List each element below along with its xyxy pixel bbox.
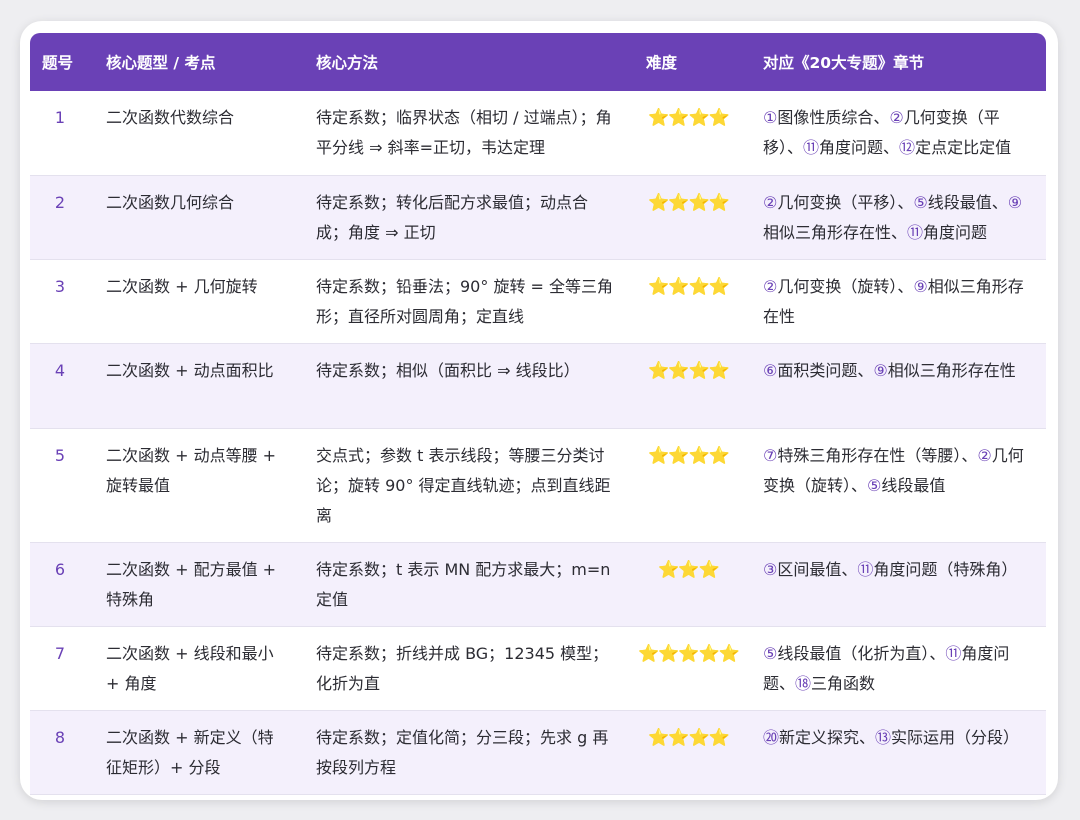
table-row: 4 二次函数 + 动点面积比 待定系数；相似（面积比 ⇒ 线段比） ⭐⭐⭐⭐ ⑥…	[30, 343, 1046, 429]
chapter-name: 定点定比定值	[915, 138, 1012, 157]
chapter-name: 角度问题（特殊角）	[873, 559, 1018, 579]
row-number: 4	[30, 343, 90, 429]
row-method: 待定系数；转化后配方求最值；动点合成；角度 ⇒ 正切	[300, 175, 630, 260]
chapter-name: 实际运用（分段）	[891, 727, 1020, 747]
chapter-number-mark: ⑪	[803, 138, 820, 157]
table-card: 题号 核心题型 / 考点 核心方法 难度 对应《20大专题》章节 1 二次函数代…	[20, 21, 1058, 800]
row-type: 二次函数 + 动点面积比	[90, 343, 300, 429]
chapter-number-mark: ⑪	[857, 559, 874, 579]
chapter-name: 新定义探究、	[779, 727, 876, 747]
table-row: 7 二次函数 + 线段和最小 + 角度 待定系数；折线并成 BG；12345 模…	[30, 626, 1046, 711]
row-chapters: ⑤线段最值（化折为直）、⑪角度问题、⑱三角函数	[747, 626, 1046, 711]
chapter-number-mark: ⑨	[873, 360, 888, 380]
chapter-number-mark: ②	[889, 108, 904, 127]
chapter-number-mark: ⑥	[763, 360, 778, 380]
table-row: 2 二次函数几何综合 待定系数；转化后配方求最值；动点合成；角度 ⇒ 正切 ⭐⭐…	[30, 175, 1046, 260]
row-type: 二次函数 + 新定义（特征矩形）+ 分段	[90, 710, 300, 795]
row-method: 待定系数；折线并成 BG；12345 模型；化折为直	[300, 626, 630, 711]
row-method: 交点式；参数 t 表示线段；等腰三分类讨论；旋转 90° 得定直线轨迹；点到直线…	[300, 428, 630, 543]
row-type: 二次函数 + 配方最值 + 特殊角	[90, 542, 300, 627]
table-row: 8 二次函数 + 新定义（特征矩形）+ 分段 待定系数；定值化简；分三段；先求 …	[30, 710, 1046, 795]
row-method: 待定系数；定值化简；分三段；先求 g 再按段列方程	[300, 710, 630, 795]
row-chapters: ⑳新定义探究、⑬实际运用（分段）	[747, 710, 1046, 795]
chapter-name: 线段最值	[881, 475, 946, 495]
row-difficulty-stars: ⭐⭐⭐	[630, 542, 747, 627]
row-difficulty-stars: ⭐⭐⭐⭐	[630, 259, 747, 344]
chapter-number-mark: ⑨	[913, 276, 928, 296]
row-difficulty-stars: ⭐⭐⭐⭐	[630, 710, 747, 795]
row-difficulty-stars: ⭐⭐⭐⭐	[630, 91, 747, 176]
row-type: 二次函数 + 几何旋转	[90, 259, 300, 344]
row-difficulty-stars: ⭐⭐⭐⭐	[630, 343, 747, 429]
chapter-number-mark: ⑤	[763, 643, 778, 663]
chapter-number-mark: ②	[763, 192, 778, 212]
chapter-name: 面积类问题、	[777, 360, 874, 380]
row-number: 3	[30, 259, 90, 344]
topic-table: 题号 核心题型 / 考点 核心方法 难度 对应《20大专题》章节 1 二次函数代…	[30, 33, 1046, 795]
table-row: 5 二次函数 + 动点等腰 + 旋转最值 交点式；参数 t 表示线段；等腰三分类…	[30, 428, 1046, 543]
row-method: 待定系数；铅垂法；90° 旋转 = 全等三角形；直径所对圆周角；定直线	[300, 259, 630, 344]
header-difficulty: 难度	[630, 33, 747, 91]
row-number: 7	[30, 626, 90, 711]
row-number: 2	[30, 175, 90, 260]
row-method: 待定系数；相似（面积比 ⇒ 线段比）	[300, 343, 630, 429]
chapter-name: 几何变换（旋转）、	[777, 276, 914, 296]
chapter-name: 相似三角形存在性	[887, 360, 1016, 380]
row-number: 1	[30, 91, 90, 176]
chapter-number-mark: ③	[763, 559, 778, 579]
chapter-name: 图像性质综合、	[777, 108, 890, 127]
chapter-name: 相似三角形存在性、	[763, 222, 908, 242]
row-difficulty-stars: ⭐⭐⭐⭐⭐	[630, 626, 747, 711]
row-chapters: ①图像性质综合、②几何变换（平移）、⑪角度问题、⑫定点定比定值	[747, 91, 1046, 176]
row-type: 二次函数 + 线段和最小 + 角度	[90, 626, 300, 711]
chapter-number-mark: ②	[977, 445, 992, 465]
chapter-name: 区间最值、	[777, 559, 858, 579]
chapter-number-mark: ⑪	[907, 222, 924, 242]
chapter-number-mark: ②	[763, 276, 778, 296]
chapter-number-mark: ⑤	[913, 192, 928, 212]
table-row: 3 二次函数 + 几何旋转 待定系数；铅垂法；90° 旋转 = 全等三角形；直径…	[30, 259, 1046, 344]
row-difficulty-stars: ⭐⭐⭐⭐	[630, 428, 747, 543]
header-method: 核心方法	[300, 33, 630, 91]
chapter-number-mark: ⑳	[763, 727, 780, 747]
row-method: 待定系数；t 表示 MN 配方求最大；m=n 定值	[300, 542, 630, 627]
header-num: 题号	[30, 33, 90, 91]
chapter-name: 几何变换（平移）、	[777, 192, 914, 212]
table-header-row: 题号 核心题型 / 考点 核心方法 难度 对应《20大专题》章节	[30, 33, 1046, 91]
chapter-name: 线段最值、	[927, 192, 1008, 212]
chapter-name: 角度问题	[923, 222, 988, 242]
chapter-name: 角度问题、	[819, 138, 900, 157]
table-row: 1 二次函数代数综合 待定系数；临界状态（相切 / 过端点）；角平分线 ⇒ 斜率…	[30, 91, 1046, 176]
chapter-name: 特殊三角形存在性（等腰）、	[777, 445, 978, 465]
chapter-number-mark: ⑫	[899, 138, 916, 157]
row-chapters: ③区间最值、⑪角度问题（特殊角）	[747, 542, 1046, 627]
row-type: 二次函数代数综合	[90, 91, 300, 176]
chapter-number-mark: ①	[763, 108, 778, 127]
chapter-number-mark: ⑱	[795, 673, 812, 693]
row-number: 5	[30, 428, 90, 543]
row-type: 二次函数几何综合	[90, 175, 300, 260]
row-number: 6	[30, 542, 90, 627]
row-chapters: ⑦特殊三角形存在性（等腰）、②几何变换（旋转）、⑤线段最值	[747, 428, 1046, 543]
row-method: 待定系数；临界状态（相切 / 过端点）；角平分线 ⇒ 斜率=正切，韦达定理	[300, 91, 630, 176]
row-difficulty-stars: ⭐⭐⭐⭐	[630, 175, 747, 260]
chapter-number-mark: ⑦	[763, 445, 778, 465]
chapter-name: 三角函数	[811, 673, 876, 693]
chapter-number-mark: ⑪	[945, 643, 962, 663]
row-number: 8	[30, 710, 90, 795]
row-chapters: ②几何变换（旋转）、⑨相似三角形存在性	[747, 259, 1046, 344]
chapter-number-mark: ⑤	[867, 475, 882, 495]
chapter-number-mark: ⑬	[875, 727, 892, 747]
table-row: 6 二次函数 + 配方最值 + 特殊角 待定系数；t 表示 MN 配方求最大；m…	[30, 542, 1046, 627]
header-type: 核心题型 / 考点	[90, 33, 300, 91]
chapter-number-mark: ⑨	[1007, 192, 1023, 212]
row-type: 二次函数 + 动点等腰 + 旋转最值	[90, 428, 300, 543]
row-chapters: ⑥面积类问题、⑨相似三角形存在性	[747, 343, 1046, 429]
header-chapters: 对应《20大专题》章节	[747, 33, 1046, 91]
row-chapters: ②几何变换（平移）、⑤线段最值、⑨ 相似三角形存在性、⑪角度问题	[747, 175, 1046, 260]
chapter-name: 线段最值（化折为直）、	[777, 643, 946, 663]
